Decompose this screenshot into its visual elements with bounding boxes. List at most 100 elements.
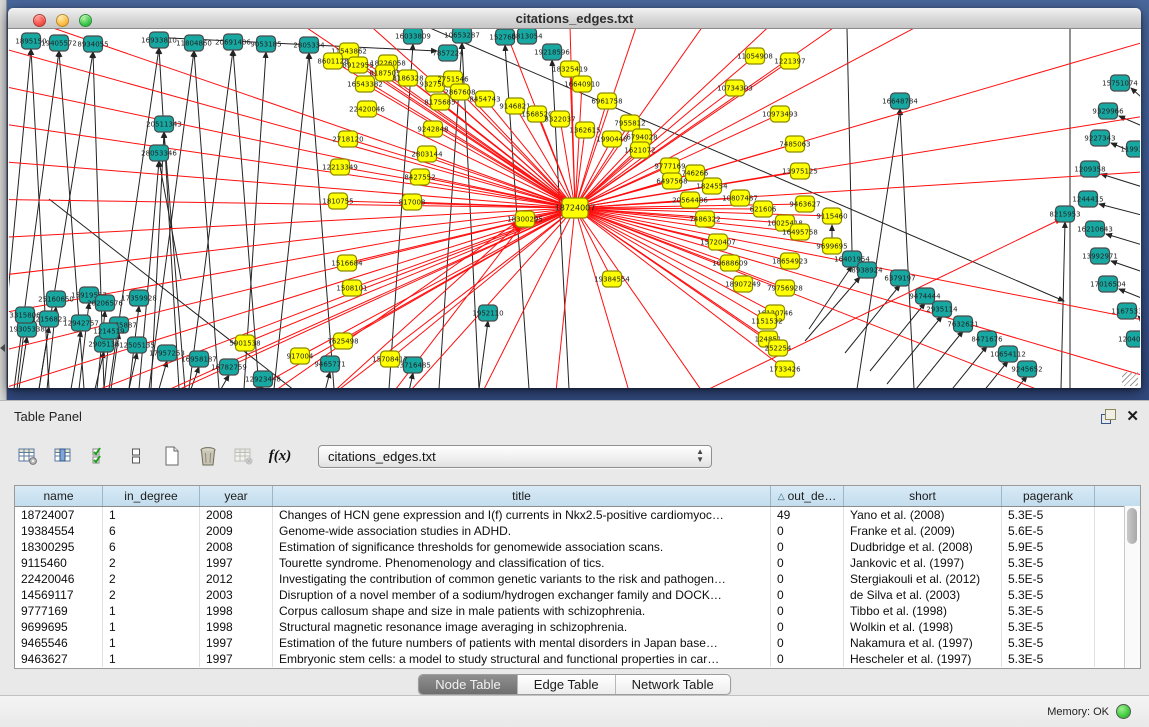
- graph-node[interactable]: 10653287: [444, 29, 480, 43]
- table-cell[interactable]: Wolkin et al. (1998): [844, 619, 1002, 635]
- graph-node[interactable]: 6379197: [884, 270, 915, 286]
- graph-node[interactable]: 18325419: [552, 61, 588, 77]
- table-cell[interactable]: 0: [771, 587, 844, 603]
- table-cell[interactable]: 0: [771, 619, 844, 635]
- graph-node[interactable]: 16640910: [564, 76, 600, 92]
- graph-node[interactable]: 1516684: [331, 255, 363, 271]
- table-cell[interactable]: 0: [771, 571, 844, 587]
- column-header-indegree[interactable]: in_degree: [103, 486, 200, 506]
- graph-node[interactable]: 1199337: [1120, 141, 1140, 157]
- table-cell[interactable]: 0: [771, 539, 844, 555]
- table-cell[interactable]: 9115460: [15, 555, 103, 571]
- table-row[interactable]: 1938455462009Genome-wide association stu…: [15, 523, 1140, 539]
- table-cell[interactable]: 1: [103, 651, 200, 667]
- graph-node[interactable]: 20691406: [215, 34, 251, 50]
- table-cell[interactable]: Jankovic et al. (1997): [844, 555, 1002, 571]
- graph-node[interactable]: 8813054: [511, 29, 543, 44]
- column-header-title[interactable]: title: [273, 486, 771, 506]
- table-row[interactable]: 946554611997Estimation of the future num…: [15, 635, 1140, 651]
- collapse-pane-arrow-icon[interactable]: [0, 344, 5, 352]
- left-split-divider[interactable]: [0, 0, 7, 400]
- table-row[interactable]: 977716911998Corpus callosum shape and si…: [15, 603, 1140, 619]
- table-cell[interactable]: 19384554: [15, 523, 103, 539]
- graph-node[interactable]: 12040352: [1118, 331, 1140, 347]
- graph-node[interactable]: 621606: [750, 201, 777, 217]
- graph-node[interactable]: 19218596: [534, 44, 570, 60]
- table-row[interactable]: 946362711997Embryonic stem cells: a mode…: [15, 651, 1140, 667]
- table-cell[interactable]: 2008: [200, 507, 273, 523]
- graph-node[interactable]: 15751074: [1102, 75, 1138, 91]
- citation-network-graph[interactable]: 1895150194055728934055169338101180486020…: [9, 29, 1140, 388]
- table-cell[interactable]: Nakamura et al. (1997): [844, 635, 1002, 651]
- table-settings-icon[interactable]: [16, 443, 40, 469]
- function-builder-icon[interactable]: f(x): [268, 443, 292, 469]
- table-cell[interactable]: 1: [103, 619, 200, 635]
- table-cell[interactable]: 0: [771, 603, 844, 619]
- scrollbar-thumb[interactable]: [1127, 508, 1137, 544]
- graph-node[interactable]: 9115460: [816, 208, 847, 224]
- toggle-rows-icon[interactable]: [124, 443, 148, 469]
- row-selection-icon[interactable]: [88, 443, 112, 469]
- table-cell[interactable]: 0: [771, 523, 844, 539]
- table-cell[interactable]: Stergiakouli et al. (2012): [844, 571, 1002, 587]
- table-cell[interactable]: 14569117: [15, 587, 103, 603]
- graph-node[interactable]: 917004: [287, 348, 314, 364]
- table-cell[interactable]: 5.3E-5: [1002, 587, 1095, 603]
- table-cell[interactable]: Disruption of a novel member of a sodium…: [273, 587, 771, 603]
- column-header-name[interactable]: name: [15, 486, 103, 506]
- table-cell[interactable]: Franke et al. (2009): [844, 523, 1002, 539]
- table-cell[interactable]: 6: [103, 539, 200, 555]
- table-cell[interactable]: 2: [103, 571, 200, 587]
- graph-node[interactable]: 9699695: [816, 238, 847, 254]
- table-cell[interactable]: 5.3E-5: [1002, 619, 1095, 635]
- table-cell[interactable]: Corpus callosum shape and size in male p…: [273, 603, 771, 619]
- table-cell[interactable]: Yano et al. (2008): [844, 507, 1002, 523]
- table-cell[interactable]: Structural magnetic resonance image aver…: [273, 619, 771, 635]
- graph-node[interactable]: 11054908: [737, 48, 773, 64]
- table-cell[interactable]: 0: [771, 635, 844, 651]
- graph-node[interactable]: 9227343: [1084, 130, 1115, 146]
- table-cell[interactable]: 5.9E-5: [1002, 539, 1095, 555]
- table-cell[interactable]: 1998: [200, 603, 273, 619]
- graph-node[interactable]: 1244415: [1072, 191, 1103, 207]
- tab-network-table[interactable]: Network Table: [616, 675, 730, 694]
- table-row[interactable]: 1456911722003Disruption of a novel membe…: [15, 587, 1140, 603]
- graph-node[interactable]: 20511343: [146, 116, 182, 132]
- network-canvas[interactable]: 1895150194055728934055169338101180486020…: [9, 29, 1140, 388]
- table-row[interactable]: 1872400712008Changes of HCN gene express…: [15, 507, 1140, 523]
- table-cell[interactable]: 5.6E-5: [1002, 523, 1095, 539]
- table-cell[interactable]: Tourette syndrome. Phenomenology and cla…: [273, 555, 771, 571]
- graph-node[interactable]: 1167533: [1111, 303, 1140, 319]
- graph-node[interactable]: 8215953: [1049, 206, 1080, 222]
- graph-node[interactable]: 16933810: [141, 32, 177, 48]
- table-cell[interactable]: Estimation of the future numbers of pati…: [273, 635, 771, 651]
- column-header-short[interactable]: short: [844, 486, 1002, 506]
- table-cell[interactable]: 1997: [200, 651, 273, 667]
- table-cell[interactable]: 2: [103, 587, 200, 603]
- table-cell[interactable]: Hescheler et al. (1997): [844, 651, 1002, 667]
- graph-node[interactable]: 1810755: [322, 193, 353, 209]
- table-cell[interactable]: 18300295: [15, 539, 103, 555]
- graph-node[interactable]: 79756928: [767, 280, 803, 296]
- table-selector-dropdown[interactable]: citations_edges.txt ▲▼: [318, 445, 712, 468]
- table-cell[interactable]: 2: [103, 555, 200, 571]
- graph-node[interactable]: 7485063: [779, 136, 810, 152]
- table-cell[interactable]: 5.3E-5: [1002, 635, 1095, 651]
- column-selection-icon[interactable]: [52, 443, 76, 469]
- graph-node[interactable]: 252254: [765, 340, 792, 356]
- table-cell[interactable]: de Silva et al. (2003): [844, 587, 1002, 603]
- graph-node[interactable]: 9463627: [789, 196, 820, 212]
- graph-node[interactable]: 7857224: [432, 45, 464, 61]
- table-cell[interactable]: 1997: [200, 635, 273, 651]
- table-cell[interactable]: 1: [103, 603, 200, 619]
- graph-node[interactable]: 11804860: [176, 35, 212, 51]
- tab-node-table[interactable]: Node Table: [419, 675, 518, 694]
- float-panel-icon[interactable]: [1101, 409, 1116, 424]
- table-cell[interactable]: 6: [103, 523, 200, 539]
- column-header-year[interactable]: year: [200, 486, 273, 506]
- table-row[interactable]: 1830029562008Estimation of significance …: [15, 539, 1140, 555]
- graph-node[interactable]: 17359928: [121, 290, 157, 306]
- graph-node[interactable]: 9053185: [250, 36, 281, 52]
- table-cell[interactable]: Genome-wide association studies in ADHD.: [273, 523, 771, 539]
- graph-node[interactable]: 8471676: [971, 331, 1003, 347]
